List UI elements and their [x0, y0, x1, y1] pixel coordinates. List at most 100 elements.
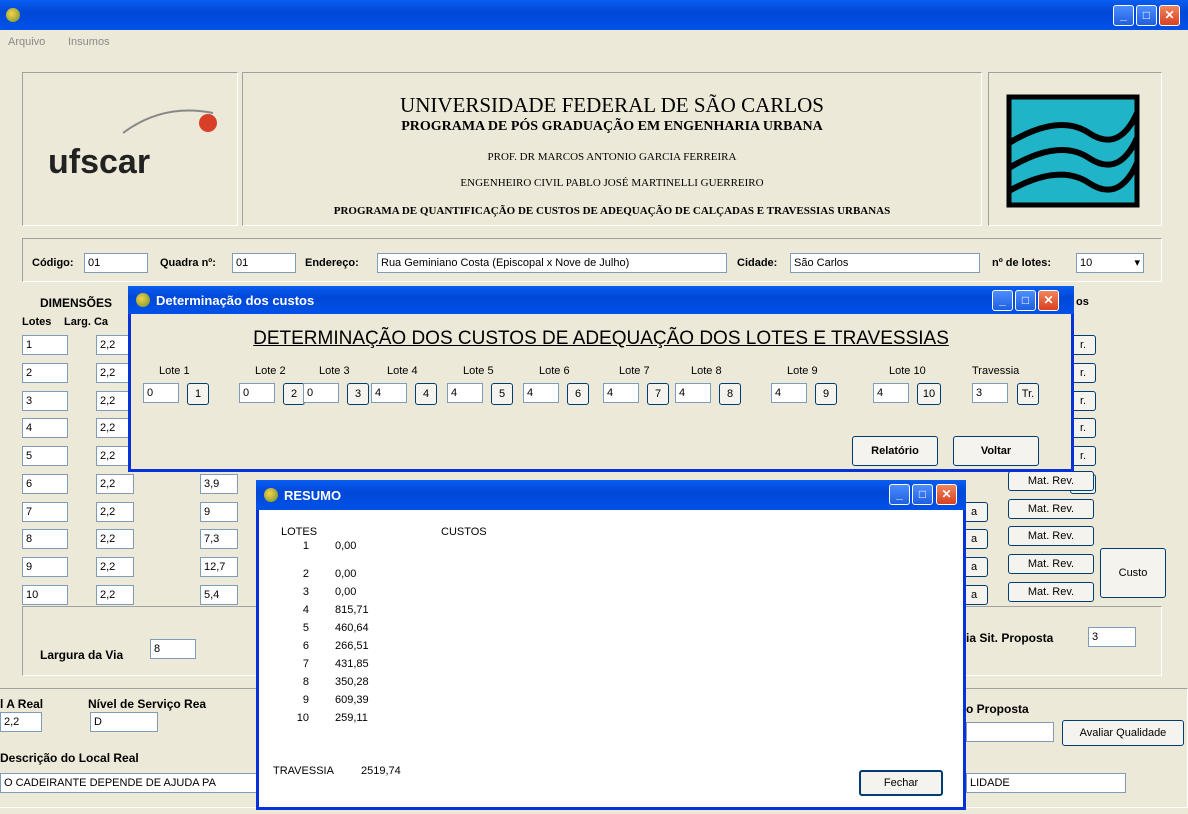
desc-right-input[interactable]: LIDADE — [966, 773, 1126, 793]
lote-cost-input[interactable]: 4 — [447, 383, 483, 403]
lote-cost-input[interactable]: 4 — [771, 383, 807, 403]
lote-calc-button[interactable]: 9 — [815, 383, 837, 405]
resumo-close-button[interactable]: ✕ — [936, 484, 957, 505]
dim-input[interactable]: 9 — [200, 502, 238, 522]
lote-input[interactable]: 8 — [22, 529, 68, 549]
maximize-button[interactable]: □ — [1136, 5, 1157, 26]
real-input[interactable]: 2,2 — [0, 712, 42, 732]
lote-input[interactable]: 6 — [22, 474, 68, 494]
lote-input[interactable]: 10 — [22, 585, 68, 605]
main-titlebar: _ □ ✕ — [0, 0, 1188, 30]
lote-calc-button[interactable]: 1 — [187, 383, 209, 405]
larg-input[interactable]: 2,2 — [96, 474, 134, 494]
lote-cost-input[interactable]: 0 — [239, 383, 275, 403]
lote-cost-input[interactable]: 4 — [371, 383, 407, 403]
dim-input[interactable]: 5,4 — [200, 585, 238, 605]
lote-input[interactable]: 1 — [22, 335, 68, 355]
lote-cost-input[interactable]: 0 — [303, 383, 339, 403]
larg-input[interactable]: 2,2 — [96, 557, 134, 577]
larg-input[interactable]: 2,2 — [96, 585, 134, 605]
lote-cost-input[interactable]: 4 — [603, 383, 639, 403]
lote-label: Lote 6 — [539, 365, 570, 377]
engineering-logo-panel — [988, 72, 1162, 226]
endereco-input[interactable]: Rua Geminiano Costa (Episcopal x Nove de… — [377, 253, 727, 273]
lotes-select[interactable]: 10 ▾ — [1076, 253, 1144, 273]
minimize-button[interactable]: _ — [1113, 5, 1134, 26]
lote-input[interactable]: 5 — [22, 446, 68, 466]
dim-input[interactable]: 3,9 — [200, 474, 238, 494]
custos-heading: DETERMINAÇÃO DOS CUSTOS DE ADEQUAÇÃO DOS… — [253, 328, 949, 349]
resumo-maximize-button[interactable]: □ — [912, 484, 933, 505]
lote-calc-button[interactable]: 7 — [647, 383, 669, 405]
lote-label: Lote 9 — [787, 365, 818, 377]
lote-cost-input[interactable]: 4 — [675, 383, 711, 403]
lote-input[interactable]: 7 — [22, 502, 68, 522]
custos-maximize-button[interactable]: □ — [1015, 290, 1036, 311]
lote-cost-input[interactable]: 0 — [143, 383, 179, 403]
resumo-travessia-value: 2519,74 — [361, 765, 401, 777]
travessia-button[interactable]: Tr. — [1017, 383, 1039, 405]
custos-minimize-button[interactable]: _ — [992, 290, 1013, 311]
close-button[interactable]: ✕ — [1159, 5, 1180, 26]
larg-input[interactable]: 2,2 — [96, 502, 134, 522]
lote-calc-button[interactable]: 2 — [283, 383, 305, 405]
proposta-label: o Proposta — [966, 702, 1029, 716]
resumo-lote: 1 — [302, 540, 309, 552]
resumo-custo: 0,00 — [335, 540, 357, 552]
lote-cost-input[interactable]: 4 — [873, 383, 909, 403]
cidade-input[interactable]: São Carlos — [790, 253, 980, 273]
col-larg: Larg. Ca — [64, 316, 109, 328]
lote-calc-button[interactable]: 5 — [491, 383, 513, 405]
fechar-button[interactable]: Fechar — [859, 770, 943, 796]
lote-calc-button[interactable]: 10 — [917, 383, 941, 405]
proposta-input[interactable] — [966, 722, 1054, 742]
dim-input[interactable]: 12,7 — [200, 557, 238, 577]
mat-rev-button[interactable]: Mat. Rev. — [1008, 526, 1094, 546]
custo-button[interactable]: Custo — [1100, 548, 1166, 598]
resumo-minimize-button[interactable]: _ — [889, 484, 910, 505]
resumo-window-icon — [264, 488, 278, 502]
lote-input[interactable]: 9 — [22, 557, 68, 577]
lote-cost-input[interactable]: 4 — [523, 383, 559, 403]
resumo-col-lotes: LOTES — [281, 526, 318, 538]
lote-input[interactable]: 3 — [22, 391, 68, 411]
resumo-custo: 431,85 — [335, 658, 369, 670]
resumo-window-title: RESUMO — [284, 488, 342, 503]
custos-close-button[interactable]: ✕ — [1038, 290, 1059, 311]
largura-via-label: Largura da Via — [40, 648, 124, 662]
sit-proposta-input[interactable]: 3 — [1088, 627, 1136, 647]
lote-calc-button[interactable]: 3 — [347, 383, 369, 405]
nivel-input[interactable]: D — [90, 712, 158, 732]
menu-arquivo[interactable]: Arquivo — [8, 36, 45, 48]
resumo-lote: 2 — [302, 568, 309, 580]
resumo-lote: 3 — [302, 586, 309, 598]
mat-rev-button[interactable]: Mat. Rev. — [1008, 471, 1094, 491]
university-title: UNIVERSIDADE FEDERAL DE SÃO CARLOS — [400, 93, 824, 117]
voltar-button[interactable]: Voltar — [953, 436, 1039, 466]
mat-rev-button[interactable]: Mat. Rev. — [1008, 499, 1094, 519]
lote-label: Lote 10 — [889, 365, 926, 377]
menu-insumos[interactable]: Insumos — [68, 36, 110, 48]
largura-via-input[interactable]: 8 — [150, 639, 196, 659]
travessia-input[interactable]: 3 — [972, 383, 1008, 403]
relatorio-button[interactable]: Relatório — [852, 436, 938, 466]
travessia-label: Travessia — [972, 365, 1020, 377]
ufscar-logo: ufscar — [48, 109, 217, 181]
quadra-input[interactable]: 01 — [232, 253, 296, 273]
lote-calc-button[interactable]: 6 — [567, 383, 589, 405]
mat-rev-button[interactable]: Mat. Rev. — [1008, 582, 1094, 602]
avaliar-qualidade-button[interactable]: Avaliar Qualidade — [1062, 720, 1184, 746]
lote-calc-button[interactable]: 4 — [415, 383, 437, 405]
lote-input[interactable]: 4 — [22, 418, 68, 438]
lotes-value: 10 — [1080, 257, 1093, 269]
lote-calc-button[interactable]: 8 — [719, 383, 741, 405]
mat-rev-button[interactable]: Mat. Rev. — [1008, 554, 1094, 574]
larg-input[interactable]: 2,2 — [96, 529, 134, 549]
resumo-custo: 0,00 — [335, 586, 357, 598]
lote-label: Lote 5 — [463, 365, 494, 377]
desc-input[interactable]: O CADEIRANTE DEPENDE DE AJUDA PA — [0, 773, 258, 793]
dim-input[interactable]: 7,3 — [200, 529, 238, 549]
resumo-lote: 8 — [302, 676, 309, 688]
lote-input[interactable]: 2 — [22, 363, 68, 383]
codigo-input[interactable]: 01 — [84, 253, 148, 273]
